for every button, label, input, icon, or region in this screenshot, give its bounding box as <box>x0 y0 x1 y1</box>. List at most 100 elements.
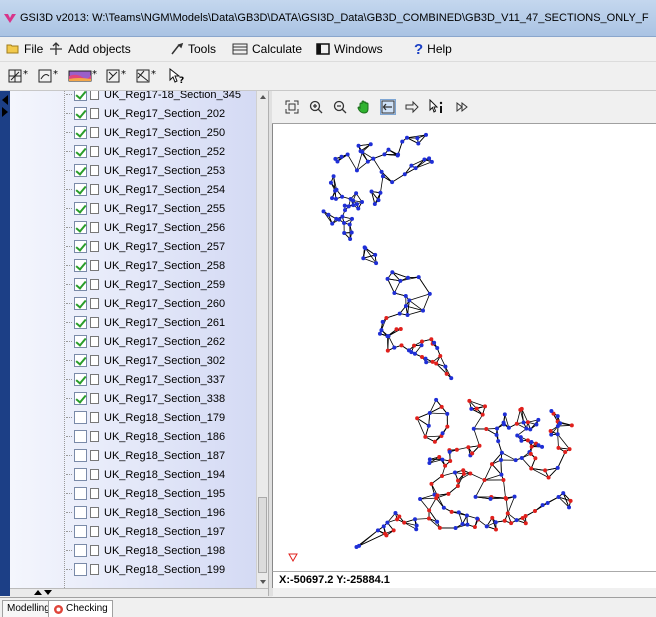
section-node[interactable] <box>340 195 344 199</box>
section-line[interactable] <box>476 480 485 497</box>
collapse-left-icon[interactable] <box>2 95 8 105</box>
section-node[interactable] <box>428 411 432 415</box>
section-node[interactable] <box>332 174 336 178</box>
tab-modelling[interactable]: Modelling <box>2 600 55 617</box>
zoom-extent-button[interactable] <box>284 99 300 115</box>
selected-section-node[interactable] <box>446 492 450 496</box>
selected-section-node[interactable] <box>482 478 486 482</box>
menu-file[interactable]: File <box>6 41 43 57</box>
tree-item[interactable]: UK_Reg17_Section_256 <box>66 218 225 237</box>
selected-section-node[interactable] <box>397 514 401 518</box>
section-node[interactable] <box>494 520 498 524</box>
section-node[interactable] <box>361 256 365 260</box>
section-line[interactable] <box>348 155 357 171</box>
section-line[interactable] <box>423 294 430 311</box>
section-node[interactable] <box>330 196 334 200</box>
next-button[interactable] <box>404 99 420 115</box>
section-node[interactable] <box>453 471 457 475</box>
tree-item[interactable]: UK_Reg18_Section_197 <box>66 522 225 541</box>
section-line[interactable] <box>470 474 484 481</box>
layer-visibility-checkbox[interactable] <box>74 525 87 538</box>
section-node[interactable] <box>415 524 419 528</box>
selected-section-node[interactable] <box>400 343 404 347</box>
layer-visibility-checkbox[interactable] <box>74 354 87 367</box>
section-line[interactable] <box>388 336 389 351</box>
section-node[interactable] <box>435 520 439 524</box>
section-node[interactable] <box>382 524 386 528</box>
section-node[interactable] <box>376 528 380 532</box>
selected-section-node[interactable] <box>484 427 488 431</box>
menu-help[interactable]: ? Help <box>414 41 452 57</box>
section-node[interactable] <box>529 440 533 444</box>
section-node[interactable] <box>335 159 339 163</box>
section-node[interactable] <box>416 141 420 145</box>
selected-section-node[interactable] <box>462 472 466 476</box>
section-line[interactable] <box>380 176 382 193</box>
section-node[interactable] <box>443 365 447 369</box>
menu-calculate[interactable]: Calculate <box>232 41 302 57</box>
expand-right-icon[interactable] <box>2 107 8 117</box>
tree-item[interactable]: UK_Reg17_Section_338 <box>66 389 225 408</box>
section-node[interactable] <box>496 439 500 443</box>
selected-section-node[interactable] <box>399 327 403 331</box>
section-node[interactable] <box>407 298 411 302</box>
new-map-button[interactable]: * <box>68 67 100 85</box>
tree-item[interactable]: UK_Reg17_Section_252 <box>66 142 225 161</box>
section-node[interactable] <box>415 136 419 140</box>
selected-section-node[interactable] <box>456 479 460 483</box>
section-node[interactable] <box>381 174 385 178</box>
section-node[interactable] <box>520 456 524 460</box>
section-line[interactable] <box>429 498 436 510</box>
selected-section-node[interactable] <box>392 528 396 532</box>
section-line[interactable] <box>558 452 565 468</box>
tree-item[interactable]: UK_Reg18_Section_187 <box>66 446 225 465</box>
section-node[interactable] <box>406 313 410 317</box>
selected-section-node[interactable] <box>533 456 537 460</box>
section-node[interactable] <box>347 204 351 208</box>
tree-item[interactable]: UK_Reg18_Section_196 <box>66 503 225 522</box>
section-line[interactable] <box>558 425 572 426</box>
tree-item[interactable]: UK_Reg18_Section_179 <box>66 408 225 427</box>
section-node[interactable] <box>556 414 560 418</box>
section-node[interactable] <box>378 332 382 336</box>
section-line[interactable] <box>386 314 399 318</box>
layer-visibility-checkbox[interactable] <box>74 506 87 519</box>
section-node[interactable] <box>540 445 544 449</box>
section-node[interactable] <box>355 168 359 172</box>
selected-section-node[interactable] <box>506 511 510 515</box>
section-line[interactable] <box>415 519 429 520</box>
selected-section-node[interactable] <box>530 445 534 449</box>
section-node[interactable] <box>354 191 358 195</box>
selected-section-node[interactable] <box>431 360 435 364</box>
layer-visibility-checkbox[interactable] <box>74 278 87 291</box>
selected-section-node[interactable] <box>433 440 437 444</box>
zoom-in-button[interactable] <box>308 99 324 115</box>
section-node[interactable] <box>448 450 452 454</box>
section-network-map[interactable] <box>273 124 656 571</box>
section-node[interactable] <box>356 207 360 211</box>
identify-button[interactable] <box>428 99 444 115</box>
selected-section-node[interactable] <box>467 399 471 403</box>
section-line[interactable] <box>430 413 448 414</box>
scroll-thumb[interactable] <box>258 497 267 573</box>
section-node[interactable] <box>373 253 377 257</box>
menu-windows[interactable]: Windows <box>316 41 383 57</box>
section-node[interactable] <box>343 208 347 212</box>
section-node[interactable] <box>392 346 396 350</box>
tree-item[interactable]: UK_Reg17_Section_302 <box>66 351 225 370</box>
tree-item[interactable]: UK_Reg17_Section_260 <box>66 294 225 313</box>
section-line[interactable] <box>420 499 429 510</box>
selected-section-node[interactable] <box>440 405 444 409</box>
section-node[interactable] <box>387 148 391 152</box>
selected-section-node[interactable] <box>470 451 474 455</box>
new-section-button[interactable]: * <box>38 67 62 85</box>
section-node[interactable] <box>472 427 476 431</box>
section-node[interactable] <box>413 517 417 521</box>
section-node[interactable] <box>351 203 355 207</box>
tree-item[interactable]: UK_Reg17_Section_250 <box>66 123 225 142</box>
selected-section-node[interactable] <box>483 404 487 408</box>
section-line[interactable] <box>373 159 381 172</box>
section-node[interactable] <box>349 197 353 201</box>
layer-visibility-checkbox[interactable] <box>74 373 87 386</box>
section-node[interactable] <box>500 451 504 455</box>
